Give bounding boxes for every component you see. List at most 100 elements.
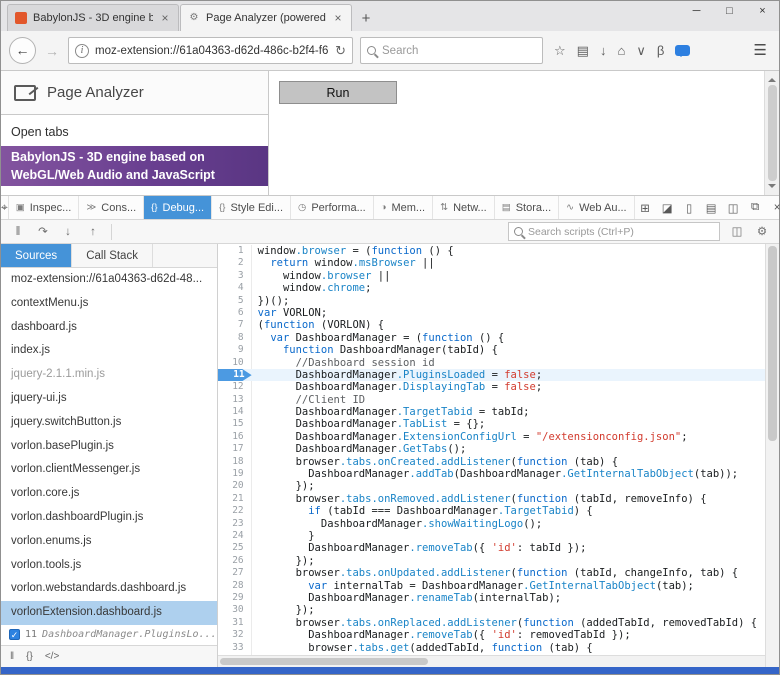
step-out-button[interactable]: ↑	[81, 222, 105, 242]
home-icon[interactable]: ⌂	[617, 44, 625, 58]
line-number[interactable]: 7	[218, 319, 252, 331]
devtools-tab-network[interactable]: ⇅Netw...	[433, 196, 495, 219]
pocket-icon[interactable]: ∨	[636, 44, 646, 58]
source-item[interactable]: index.js	[1, 339, 217, 363]
scroll-down-icon[interactable]	[768, 184, 776, 192]
tab-close-icon[interactable]: ×	[332, 11, 344, 25]
split-console-icon[interactable]: ⊞	[635, 201, 656, 215]
line-number[interactable]: 24	[218, 530, 252, 542]
line-number[interactable]: 10	[218, 357, 252, 369]
source-item[interactable]: vorlon.core.js	[1, 482, 217, 506]
line-number[interactable]: 4	[218, 282, 252, 294]
source-item[interactable]: vorlon.enums.js	[1, 530, 217, 554]
source-item[interactable]: jquery.switchButton.js	[1, 411, 217, 435]
source-item[interactable]: vorlon.basePlugin.js	[1, 435, 217, 459]
bookmark-star-icon[interactable]: ☆	[554, 44, 566, 58]
vertical-scrollbar[interactable]	[765, 244, 779, 667]
scrollbar-thumb[interactable]	[768, 246, 777, 441]
tab-sources[interactable]: Sources	[1, 244, 72, 267]
line-number[interactable]: 8	[218, 332, 252, 344]
scratchpad-icon[interactable]: ▤	[701, 201, 722, 215]
source-item[interactable]: moz-extension://61a04363-d62d-48...	[1, 268, 217, 292]
pretty-print-icon[interactable]: {}	[26, 651, 33, 662]
line-number[interactable]: 15	[218, 418, 252, 430]
search-bar[interactable]	[360, 37, 543, 64]
source-item[interactable]: vorlon.clientMessenger.js	[1, 458, 217, 482]
scroll-up-icon[interactable]	[768, 74, 776, 82]
devtools-tab-style-editor[interactable]: {}Style Edi...	[212, 196, 291, 219]
line-number[interactable]: 17	[218, 443, 252, 455]
content-scrollbar[interactable]	[764, 71, 779, 195]
source-item[interactable]: jquery-ui.js	[1, 387, 217, 411]
line-number[interactable]: 14	[218, 406, 252, 418]
devtools-tab-storage[interactable]: ▤Stora...	[495, 196, 559, 219]
tab-call-stack[interactable]: Call Stack	[72, 244, 153, 267]
line-number[interactable]: 13	[218, 394, 252, 406]
script-search-input[interactable]	[528, 226, 714, 238]
bookmarks-menu-icon[interactable]: ▤	[577, 44, 589, 58]
pick-element-button[interactable]: ⌖	[1, 196, 9, 219]
source-item[interactable]: vorlonExtension.dashboard.js	[1, 601, 217, 625]
line-number[interactable]: 27	[218, 567, 252, 579]
run-button[interactable]: Run	[279, 81, 397, 104]
maximize-button[interactable]: □	[713, 1, 746, 23]
new-tab-button[interactable]: +	[353, 7, 379, 31]
pause-on-exceptions-icon[interactable]: ‖	[10, 651, 14, 662]
developer-edition-icon[interactable]: β	[657, 44, 664, 58]
tab-close-icon[interactable]: ×	[159, 11, 171, 25]
forward-button[interactable]: →	[43, 43, 61, 59]
line-number[interactable]: 26	[218, 555, 252, 567]
line-number[interactable]: 30	[218, 604, 252, 616]
line-number[interactable]: 33	[218, 642, 252, 654]
close-devtools-icon[interactable]: ×	[767, 202, 780, 214]
line-number[interactable]: 1	[218, 245, 252, 257]
scrollbar-thumb[interactable]	[768, 85, 777, 181]
line-number[interactable]: 21	[218, 493, 252, 505]
code-editor[interactable]: 1window.browser = (function () {2 return…	[218, 244, 765, 667]
responsive-mode-icon[interactable]: ▯	[679, 201, 700, 215]
panes-toggle-button[interactable]: ◫	[725, 222, 749, 242]
open-tab-item[interactable]: BabylonJS - 3D engine based on WebGL/Web…	[1, 146, 268, 186]
source-item[interactable]: dashboard.js	[1, 316, 217, 340]
search-input[interactable]	[382, 45, 536, 57]
source-item[interactable]: vorlon.tools.js	[1, 554, 217, 578]
devtools-tab-memory[interactable]: ◑Mem...	[374, 196, 433, 219]
url-input[interactable]	[95, 45, 329, 57]
line-number[interactable]: 16	[218, 431, 252, 443]
browser-tab[interactable]: BabylonJS - 3D engine bas...×	[7, 4, 179, 31]
source-item[interactable]: vorlon.dashboardPlugin.js	[1, 506, 217, 530]
info-icon[interactable]: i	[75, 44, 89, 58]
line-number[interactable]: 20	[218, 480, 252, 492]
devtools-tab-inspector[interactable]: ▣Inspec...	[9, 196, 80, 219]
line-number[interactable]: 22	[218, 505, 252, 517]
menu-button[interactable]: ☰	[754, 44, 771, 58]
devtools-tab-web-audio[interactable]: ∿Web Au...	[559, 196, 634, 219]
line-number[interactable]: 18	[218, 456, 252, 468]
line-number[interactable]: 23	[218, 518, 252, 530]
hello-icon[interactable]	[675, 45, 690, 56]
minimize-button[interactable]: ─	[680, 1, 713, 23]
devtools-tab-debugger[interactable]: {}Debug...	[144, 196, 212, 219]
downloads-icon[interactable]: ↓	[600, 44, 607, 58]
dock-bottom-icon[interactable]: ◪	[657, 201, 678, 215]
line-number[interactable]: 5	[218, 295, 252, 307]
line-number[interactable]: 31	[218, 617, 252, 629]
line-number[interactable]: 29	[218, 592, 252, 604]
step-over-button[interactable]: ↷	[31, 222, 55, 242]
close-button[interactable]: ×	[746, 1, 779, 23]
dock-side-icon[interactable]: ◫	[723, 201, 744, 215]
line-number[interactable]: 9	[218, 344, 252, 356]
reload-icon[interactable]: ↻	[335, 43, 346, 59]
line-number[interactable]: 19	[218, 468, 252, 480]
line-number[interactable]: 28	[218, 580, 252, 592]
devtools-tab-console[interactable]: ≫Cons...	[79, 196, 144, 219]
resume-pause-button[interactable]: ‖	[6, 222, 30, 242]
line-number[interactable]: 11	[218, 369, 252, 381]
step-in-button[interactable]: ↓	[56, 222, 80, 242]
settings-gear-icon[interactable]: ⚙	[750, 222, 774, 242]
scrollbar-thumb[interactable]	[220, 658, 428, 665]
breakpoint-checkbox[interactable]: ✓	[9, 629, 20, 640]
line-number[interactable]: 12	[218, 381, 252, 393]
devtools-tab-performance[interactable]: ◷Performa...	[291, 196, 374, 219]
line-number[interactable]: 32	[218, 629, 252, 641]
